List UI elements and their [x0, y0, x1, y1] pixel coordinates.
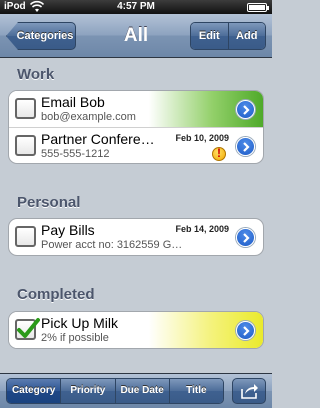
checkmark-icon — [17, 318, 40, 338]
task-title: Email Bob — [41, 94, 105, 110]
task-due-date: Feb 14, 2009 — [175, 224, 229, 234]
task-checkbox[interactable] — [15, 226, 36, 247]
section-header-work: Work — [17, 66, 55, 83]
section-header-personal: Personal — [17, 194, 81, 211]
battery-icon — [247, 3, 269, 12]
section-personal: Pay Bills Feb 14, 2009 Power acct no: 31… — [8, 218, 264, 256]
edit-button[interactable]: Edit — [191, 23, 228, 49]
task-due-date: Feb 10, 2009 — [175, 133, 229, 143]
section-header-completed: Completed — [17, 286, 95, 303]
detail-disclosure-icon[interactable] — [236, 228, 255, 247]
task-row[interactable]: Pay Bills Feb 14, 2009 Power acct no: 31… — [9, 219, 263, 255]
task-note: Power acct no: 3162559 G… — [41, 239, 183, 251]
navigation-bar: Categories All Edit Add — [0, 14, 272, 58]
status-bar: iPod 4:57 PM — [0, 0, 272, 14]
task-list[interactable]: Work Email Bob bob@example.com Partner C… — [0, 59, 272, 373]
clock: 4:57 PM — [117, 1, 155, 12]
detail-disclosure-icon[interactable] — [236, 100, 255, 119]
task-note: 555-555-1212 — [41, 148, 110, 160]
task-title: Pay Bills — [41, 222, 95, 238]
section-work: Email Bob bob@example.com Partner Confer… — [8, 90, 264, 164]
task-row[interactable]: Pick Up Milk 2% if possible — [9, 312, 263, 348]
section-completed: Pick Up Milk 2% if possible — [8, 311, 264, 349]
task-title: Pick Up Milk — [41, 315, 119, 331]
sort-category-button[interactable]: Category — [7, 379, 61, 403]
task-title: Partner Confere… — [41, 131, 155, 147]
sort-priority-button[interactable]: Priority — [60, 379, 115, 403]
detail-disclosure-icon[interactable] — [236, 137, 255, 156]
task-note: bob@example.com — [41, 111, 136, 123]
sort-due-date-button[interactable]: Due Date — [114, 379, 169, 403]
share-arrow-icon — [241, 384, 258, 399]
detail-disclosure-icon[interactable] — [236, 321, 255, 340]
edit-add-buttons: Edit Add — [190, 22, 266, 50]
sort-title-button[interactable]: Title — [168, 379, 223, 403]
task-note: 2% if possible — [41, 332, 109, 344]
task-row[interactable]: Email Bob bob@example.com — [9, 91, 263, 127]
task-checkbox[interactable] — [15, 135, 36, 156]
task-checkbox-checked[interactable] — [15, 318, 40, 340]
share-button[interactable] — [232, 378, 266, 404]
sort-segmented-control: Category Priority Due Date Title — [6, 378, 224, 404]
add-button[interactable]: Add — [227, 23, 265, 49]
task-row[interactable]: Partner Confere… Feb 10, 2009 555-555-12… — [9, 127, 263, 163]
bottom-toolbar: Category Priority Due Date Title — [0, 373, 272, 408]
high-priority-icon — [212, 146, 226, 161]
task-checkbox[interactable] — [15, 98, 36, 119]
